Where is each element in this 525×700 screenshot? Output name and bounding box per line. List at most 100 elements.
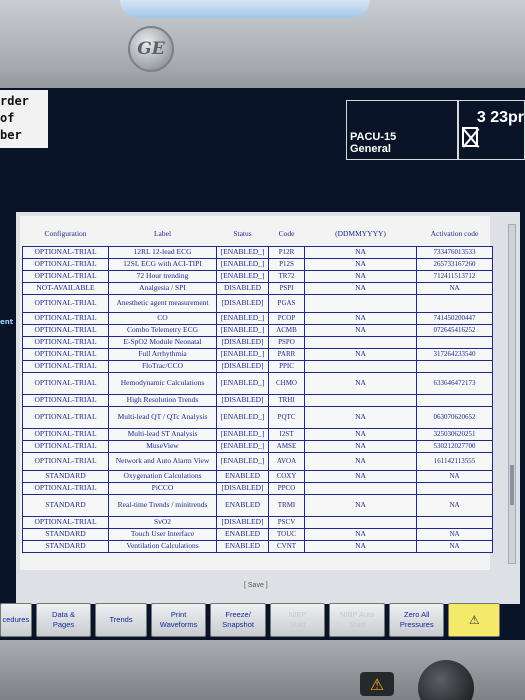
save-button[interactable]: [ Save ] (244, 582, 268, 589)
status-cell: [ENABLED_] (216, 311, 269, 325)
table-row[interactable]: OPTIONAL-TRIAL E-SpO2 Module Neonatal [DIS… (22, 335, 493, 349)
table-row[interactable]: OPTIONAL-TRIAL Multi-lead QT / QTc Analys… (22, 405, 493, 429)
label-cell: FloTrac/CCO (108, 359, 217, 373)
table-row[interactable]: OPTIONAL-TRIAL Combo Telemetry ECG [ENABLE… (22, 323, 493, 337)
status-cell: DISABLED (216, 281, 269, 295)
table-row[interactable]: OPTIONAL-TRIAL High Resolution Trends [DIS… (22, 393, 493, 407)
activation-cell: NA (416, 539, 493, 553)
expiration-cell: NA (304, 323, 417, 337)
status-cell: [DISABLED] (216, 481, 269, 495)
activation-cell: 530212027700 (416, 439, 493, 453)
expiration-cell: NA (304, 539, 417, 553)
expiration-cell (304, 515, 417, 529)
code-cell: P12R (268, 245, 305, 259)
label-cell: Network and Auto Alarm View (108, 451, 217, 471)
config-cell: OPTIONAL-TRIAL (22, 359, 109, 373)
activation-cell: NA (416, 493, 493, 517)
code-cell: TRHI (268, 393, 305, 407)
status-cell: [DISABLED] (216, 335, 269, 349)
status-cell: [DISABLED] (216, 515, 269, 529)
config-cell: OPTIONAL-TRIAL (22, 335, 109, 349)
unit-mode: General (350, 143, 391, 155)
options-table-area: Configuration Label Status Code (DDMMYYY… (20, 216, 516, 589)
status-box[interactable]: 3 23pr (458, 100, 525, 160)
code-cell: PCOP (268, 311, 305, 325)
table-row[interactable]: OPTIONAL-TRIAL 12RL 12-lead ECG [ENABLED_]… (22, 245, 493, 259)
print-waveforms-button-label: Print Waveforms (159, 610, 198, 629)
config-cell: OPTIONAL-TRIAL (22, 451, 109, 471)
config-cell: OPTIONAL-TRIAL (22, 371, 109, 395)
activation-cell: 063070620652 (416, 405, 493, 429)
ge-logo: GE (128, 26, 174, 72)
label-cell: Multi-lead ST Analysis (108, 427, 217, 441)
zero-all-pressures-button-label: Zero All Pressures (399, 610, 434, 629)
table-row[interactable]: NOT-AVAILABLE Analgesia / SPI DISABLED PSPI… (22, 281, 493, 295)
activation-cell: 072645416252 (416, 323, 493, 337)
activation-cell: 317264233540 (416, 347, 493, 361)
code-cell: CHMO (268, 371, 305, 395)
activation-cell: 741450200447 (416, 311, 493, 325)
freeze-snapshot-button[interactable]: Freeze/ Snapshot (210, 603, 266, 637)
table-row[interactable]: OPTIONAL-TRIAL SvO2 [DISABLED] PSCV (22, 515, 493, 529)
table-row[interactable]: OPTIONAL-TRIAL FloTrac/CCO [DISABLED] PPIC (22, 359, 493, 373)
code-cell: COXY (268, 469, 305, 483)
procedures-button[interactable]: cedures (0, 603, 32, 637)
table-row[interactable]: STANDARD Real-time Trends / minitrends ENA… (22, 493, 493, 517)
activation-cell: 633646472173 (416, 371, 493, 395)
scrollbar-thumb[interactable] (510, 465, 514, 505)
code-cell: AVOA (268, 451, 305, 471)
label-cell: Multi-lead QT / QTc Analysis (108, 405, 217, 429)
table-row[interactable]: STANDARD Oxygenation Calculations ENABLED C… (22, 469, 493, 483)
column-header: Label (153, 229, 172, 239)
label-cell: E-SpO2 Module Neonatal (108, 335, 217, 349)
table-scrollbar[interactable] (508, 224, 516, 564)
code-cell: TOUC (268, 527, 305, 541)
config-cell: OPTIONAL-TRIAL (22, 515, 109, 529)
bezel-light (120, 0, 370, 18)
expiration-cell: NA (304, 347, 417, 361)
print-waveforms-button[interactable]: Print Waveforms (150, 603, 207, 637)
status-cell: ENABLED (216, 527, 269, 541)
expiration-cell: NA (304, 245, 417, 259)
code-cell: PQTC (268, 405, 305, 429)
table-row[interactable]: OPTIONAL-TRIAL Anesthetic agent measureme… (22, 293, 493, 313)
nibp-auto-start-button[interactable]: NIBP Auto Start (329, 603, 385, 637)
table-row[interactable]: OPTIONAL-TRIAL Network and Auto Alarm Vie… (22, 451, 493, 471)
code-cell: PARR (268, 347, 305, 361)
config-cell: OPTIONAL-TRIAL (22, 245, 109, 259)
table-row[interactable]: OPTIONAL-TRIAL PiCCO [DISABLED] PPCO (22, 481, 493, 495)
activation-cell (416, 393, 493, 407)
config-cell: OPTIONAL-TRIAL (22, 269, 109, 283)
status-cell: [ENABLED_] (216, 323, 269, 337)
trends-button[interactable]: Trends (95, 603, 147, 637)
expiration-cell (304, 293, 417, 313)
care-unit-box[interactable]: PACU-15 General (346, 100, 458, 160)
column-header: Code (278, 229, 295, 239)
activation-cell (416, 359, 493, 373)
config-cell: OPTIONAL-TRIAL (22, 347, 109, 361)
nibp-start-button[interactable]: NIBP Start (269, 603, 326, 637)
table-row[interactable]: STANDARD Ventilation Calculations ENABLED C… (22, 539, 493, 553)
config-cell: STANDARD (22, 493, 109, 517)
zero-all-pressures-button[interactable]: Zero All Pressures (388, 603, 445, 637)
table-row[interactable]: OPTIONAL-TRIAL Multi-lead ST Analysis [ENA… (22, 427, 493, 441)
column-header: Activation code (430, 229, 479, 239)
data-pages-button[interactable]: Data & Pages (35, 603, 92, 637)
config-cell: OPTIONAL-TRIAL (22, 439, 109, 453)
table-row[interactable]: OPTIONAL-TRIAL Full Arrhythmia [ENABLED_] P… (22, 347, 493, 361)
table-row[interactable]: OPTIONAL-TRIAL CO [ENABLED_] PCOP NA 74145020… (22, 311, 493, 325)
table-row[interactable]: OPTIONAL-TRIAL Hemodynamic Calculations [E… (22, 371, 493, 395)
code-cell: PSPO (268, 335, 305, 349)
status-cell: [ENABLED_] (216, 245, 269, 259)
expiration-cell (304, 481, 417, 495)
table-row[interactable]: STANDARD Touch User Interface ENABLED TOUC N… (22, 527, 493, 541)
patient-info-partial: rder of ber (0, 90, 48, 148)
label-cell: High Resolution Trends (108, 393, 217, 407)
table-row[interactable]: OPTIONAL-TRIAL MuseView [ENABLED_] AMSE NA 53… (22, 439, 493, 453)
expiration-cell (304, 335, 417, 349)
table-row[interactable]: OPTIONAL-TRIAL 12SL ECG with ACI-TIPI [ENA… (22, 257, 493, 271)
alarm-pause-button[interactable]: ⚠ (448, 603, 501, 637)
table-row[interactable]: OPTIONAL-TRIAL 72 Hour trending [ENABLED_]… (22, 269, 493, 283)
status-cell: [DISABLED] (216, 359, 269, 373)
trends-button-label: Trends (109, 615, 133, 624)
